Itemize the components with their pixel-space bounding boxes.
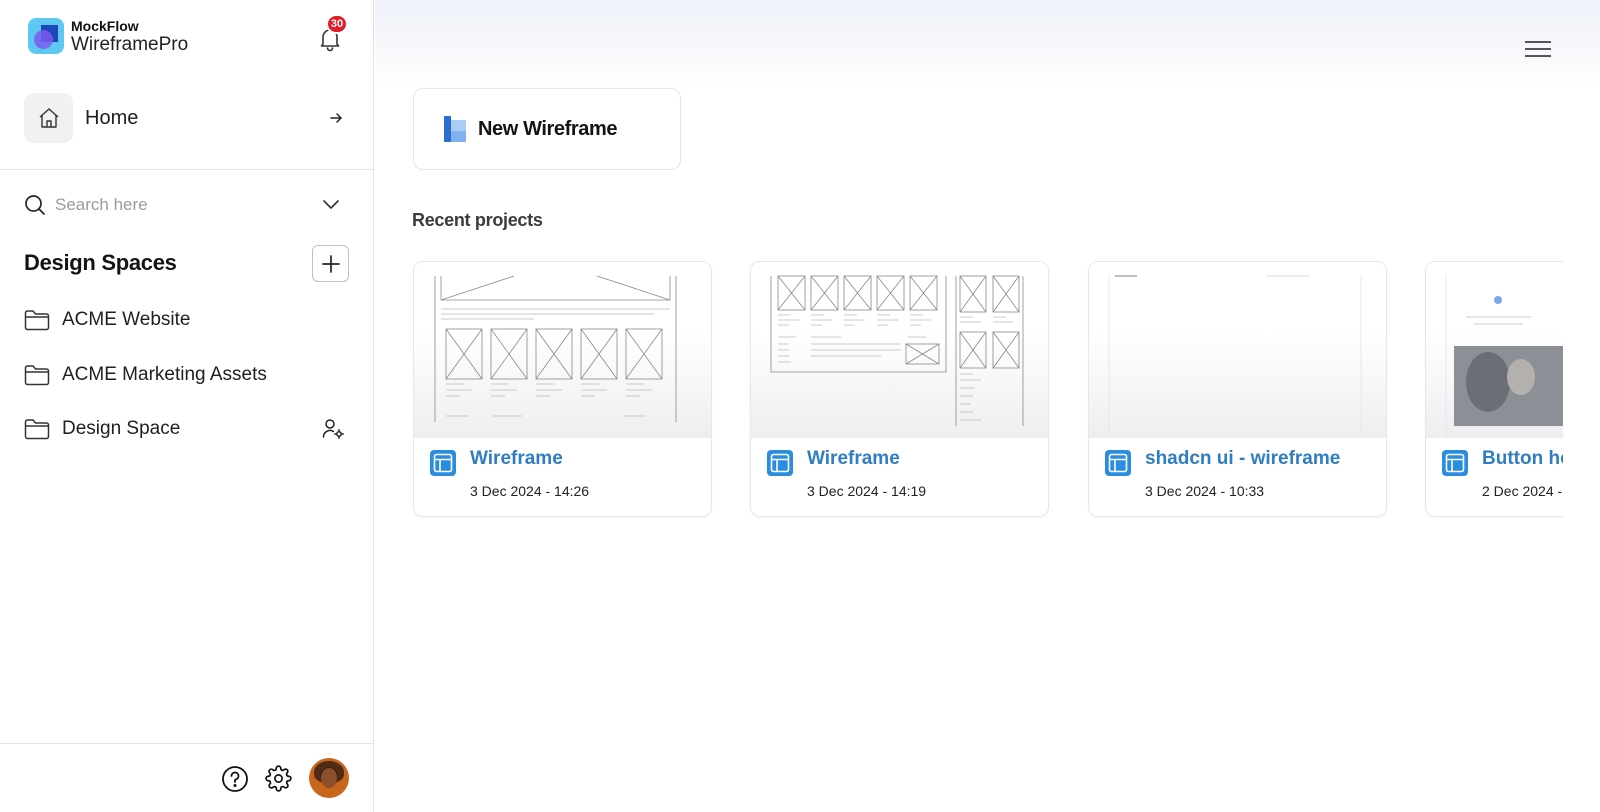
user-settings-icon[interactable] xyxy=(322,418,344,440)
recent-projects-heading: Recent projects xyxy=(412,210,543,230)
sidebar: MockFlow WireframePro 30 Home Search her… xyxy=(0,0,374,812)
project-title: shadcn ui - wireframe xyxy=(1145,448,1341,469)
wireframe-doc-icon xyxy=(430,450,456,476)
search-bar xyxy=(24,192,350,218)
new-wireframe-label: New Wireframe xyxy=(478,117,618,140)
main-content: New Wireframe Recent projects Wireframe … xyxy=(375,0,1600,812)
project-thumbnail xyxy=(414,262,711,438)
project-title: Wireframe xyxy=(470,448,563,469)
project-date: 2 Dec 2024 - 1 xyxy=(1482,483,1563,499)
new-wireframe-button[interactable]: New Wireframe xyxy=(413,88,681,170)
project-card[interactable]: Wireframe 3 Dec 2024 - 14:26 xyxy=(413,261,712,517)
space-label: ACME Marketing Assets xyxy=(62,364,267,385)
hamburger-menu-icon[interactable] xyxy=(1525,38,1551,60)
project-date: 3 Dec 2024 - 14:19 xyxy=(807,483,927,499)
brand-product: WireframePro xyxy=(71,33,189,55)
project-date: 3 Dec 2024 - 10:33 xyxy=(1145,483,1265,499)
folder-icon xyxy=(24,419,50,440)
header-gradient xyxy=(375,0,1600,90)
home-label: Home xyxy=(85,106,139,129)
brand-name: MockFlow WireframePro xyxy=(71,19,188,54)
search-input[interactable] xyxy=(55,195,285,215)
wireframe-doc-icon xyxy=(1105,450,1131,476)
chevron-down-icon[interactable] xyxy=(322,198,340,210)
arrow-right-icon xyxy=(330,113,342,123)
project-title: Wireframe xyxy=(807,448,900,469)
home-icon xyxy=(39,108,58,128)
space-label: ACME Website xyxy=(62,309,191,330)
wireframe-logo-icon xyxy=(444,116,466,142)
brand[interactable]: MockFlow WireframePro xyxy=(28,18,188,54)
avatar[interactable] xyxy=(309,758,349,798)
mockflow-logo-icon xyxy=(28,18,64,54)
wireframe-doc-icon xyxy=(767,450,793,476)
sidebar-divider xyxy=(0,169,374,170)
gear-icon[interactable] xyxy=(265,765,292,792)
project-card[interactable]: shadcn ui - wireframe 3 Dec 2024 - 10:33 xyxy=(1088,261,1387,517)
project-card[interactable]: Wireframe 3 Dec 2024 - 14:19 xyxy=(750,261,1049,517)
folder-icon xyxy=(24,365,50,386)
project-thumbnail xyxy=(1089,262,1386,438)
brand-company: MockFlow xyxy=(71,17,139,34)
sidebar-item-home[interactable]: Home xyxy=(24,93,350,143)
space-label: Design Space xyxy=(62,418,181,439)
search-icon xyxy=(25,195,45,215)
project-card[interactable]: Button ho 2 Dec 2024 - 1 xyxy=(1425,261,1563,517)
add-design-space-button[interactable] xyxy=(312,245,349,282)
sidebar-item-design-space[interactable]: Design Space xyxy=(24,414,350,444)
help-icon[interactable] xyxy=(221,765,249,793)
sidebar-item-acme-website[interactable]: ACME Website xyxy=(24,305,350,335)
home-icon-box xyxy=(24,93,73,143)
design-spaces-heading: Design Spaces xyxy=(24,250,177,275)
folder-icon xyxy=(24,310,50,331)
project-title: Button ho xyxy=(1482,448,1563,469)
wireframe-doc-icon xyxy=(1442,450,1468,476)
project-thumbnail xyxy=(751,262,1048,438)
sidebar-item-acme-marketing-assets[interactable]: ACME Marketing Assets xyxy=(24,360,350,390)
notification-count-badge: 30 xyxy=(326,14,348,34)
plus-icon xyxy=(321,254,340,273)
recent-projects-list: Wireframe 3 Dec 2024 - 14:26 Wireframe 3… xyxy=(413,261,1563,521)
project-date: 3 Dec 2024 - 14:26 xyxy=(470,483,590,499)
sidebar-footer-divider xyxy=(0,743,374,744)
project-thumbnail xyxy=(1426,262,1563,438)
